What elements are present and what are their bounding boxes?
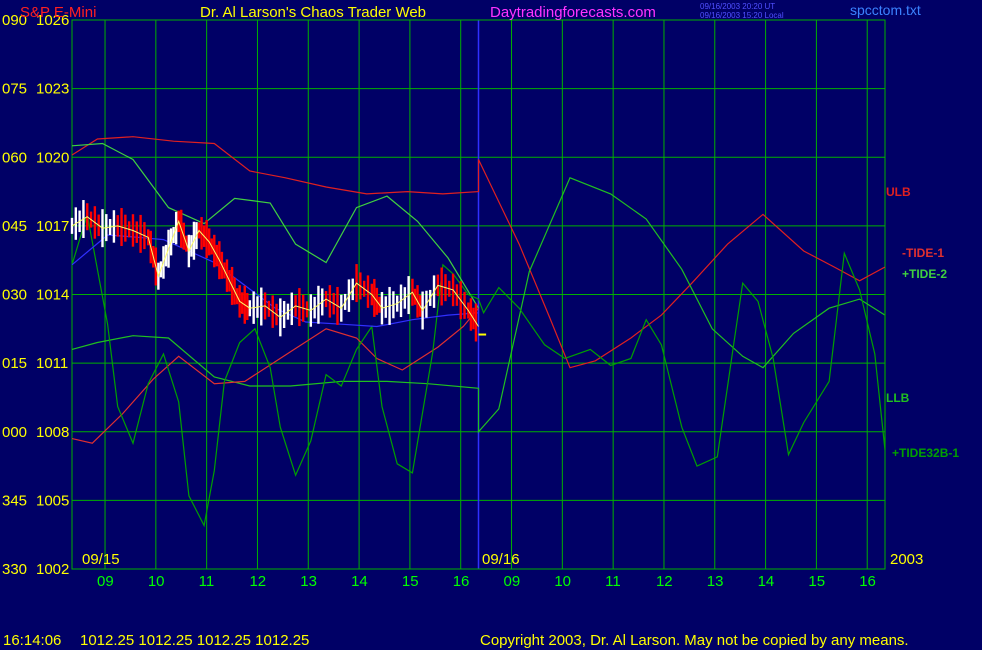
y-angle-label: 075 [2,81,27,98]
day-label-2: 09/16 [482,551,520,568]
y-angle-label: 000 [2,424,27,441]
series-label-tide32b: +TIDE32B-1 [892,446,959,460]
footer-prices: 1012.25 1012.25 1012.25 1012.25 [80,632,309,649]
x-hour-label: 15 [808,573,825,590]
y-price-label: 1002 [36,561,69,578]
y-angle-label: 015 [2,355,27,372]
symbol-title: S&P E-Mini [20,4,96,21]
x-hour-label: 11 [199,573,215,590]
y-angle-label: 045 [2,218,27,235]
day-label-1: 09/15 [82,551,120,568]
year-label: 2003 [890,551,923,568]
file-name: spcctom.txt [850,2,921,18]
url-link[interactable]: Daytradingforecasts.com [490,4,656,21]
x-hour-label: 16 [859,573,876,590]
x-hour-label: 15 [402,573,419,590]
y-price-label: 1023 [36,81,69,98]
series-label-tide1: -TIDE-1 [902,246,944,260]
footer-clock: 16:14:06 [3,632,61,649]
y-price-label: 1011 [36,355,68,372]
y-angle-label: 060 [2,149,27,166]
x-hour-label: 13 [707,573,724,590]
y-price-label: 1014 [36,287,69,304]
series-label-ulb: ULB [886,185,911,199]
y-angle-label: 330 [2,561,27,578]
x-hour-label: 11 [605,573,621,590]
y-angle-label: 030 [2,287,27,304]
y-price-label: 1008 [36,424,69,441]
chaos-chart: 330 1002345 1005000 1008015 1011030 1014045 10… [0,0,982,650]
x-hour-label: 14 [351,573,368,590]
x-hour-label: 09 [97,573,114,590]
site-title: Dr. Al Larson's Chaos Trader Web [200,4,426,21]
y-price-label: 1020 [36,149,69,166]
time-local: 09/16/2003 15:20 Local [700,11,784,20]
y-price-label: 1005 [36,492,69,509]
y-axis-labels: 330 1002 345 1005 000 1008 015 1011 030 1014 045 10… [2,12,69,578]
x-hour-label: 10 [148,573,165,590]
series-label-tide2: +TIDE-2 [902,267,947,281]
time-ut: 09/16/2003 20:20 UT [700,2,775,11]
x-hour-label: 16 [453,573,470,590]
x-hour-label: 12 [249,573,266,590]
footer-copyright: Copyright 2003, Dr. Al Larson. May not b… [480,632,909,649]
series-label-llb: LLB [886,391,910,405]
x-hour-label: 09 [504,573,521,590]
y-price-label: 1017 [36,218,69,235]
y-angle-label: 345 [2,492,27,509]
x-hour-label: 14 [758,573,775,590]
x-hour-label: 10 [554,573,571,590]
x-hour-label: 13 [300,573,317,590]
x-hour-label: 12 [656,573,673,590]
